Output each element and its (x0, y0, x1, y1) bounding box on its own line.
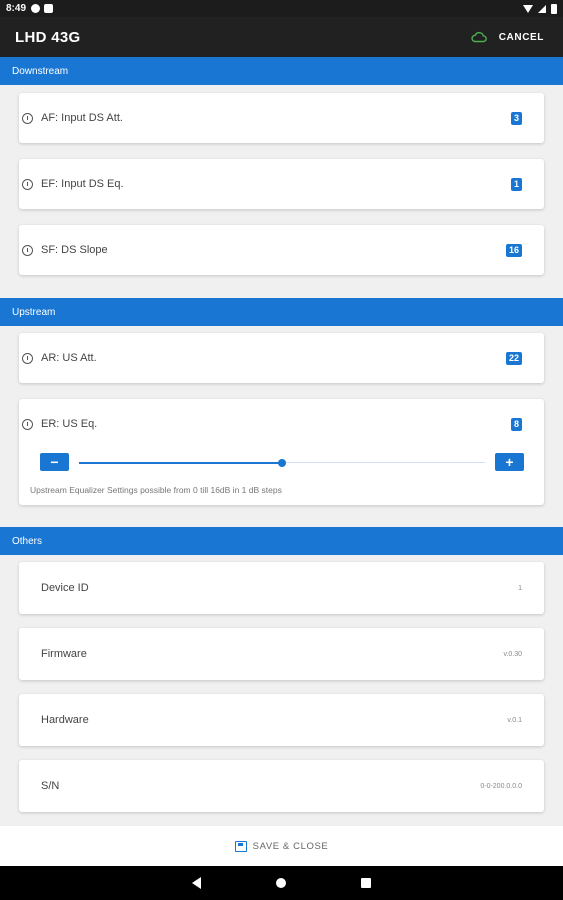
info-icon[interactable] (22, 244, 33, 256)
back-icon[interactable] (192, 877, 201, 889)
device-id-value: 1 (518, 584, 522, 592)
notification-icon (31, 4, 41, 13)
upstream-header: Upstream (0, 298, 563, 326)
us-att-value[interactable]: 22 (505, 351, 522, 365)
status-bar: 8:49 (0, 0, 563, 17)
us-eq-card[interactable]: ER: US Eq. 8 − + Upstream Equalizer Sett… (19, 399, 544, 505)
hardware-value: v.0.1 (507, 716, 522, 724)
us-eq-slider[interactable]: − + (40, 453, 524, 473)
serial-number-value: 0-0-200.0.0.0 (480, 782, 522, 790)
info-icon[interactable] (22, 112, 33, 124)
ds-eq-card[interactable]: EF: Input DS Eq. 1 (19, 159, 544, 209)
cloud-icon[interactable] (471, 31, 487, 43)
increment-button[interactable]: + (495, 453, 524, 471)
firmware-label: Firmware (41, 648, 87, 660)
ds-att-value[interactable]: 3 (510, 111, 522, 125)
app-title: LHD 43G (15, 28, 81, 46)
decrement-button[interactable]: − (40, 453, 69, 471)
info-icon[interactable] (22, 178, 33, 190)
sd-card-icon (44, 4, 54, 13)
ds-eq-label: EF: Input DS Eq. (41, 178, 124, 190)
us-eq-label: ER: US Eq. (41, 418, 98, 430)
status-time: 8:49 (6, 3, 27, 14)
ds-slope-label: SF: DS Slope (41, 244, 108, 256)
hardware-card: Hardware v.0.1 (19, 694, 544, 746)
info-icon[interactable] (22, 418, 33, 430)
info-icon[interactable] (22, 352, 33, 364)
slider-track[interactable] (79, 458, 485, 467)
downstream-header: Downstream (0, 57, 563, 85)
wifi-icon (523, 4, 533, 13)
hardware-label: Hardware (41, 714, 89, 726)
ds-slope-value[interactable]: 16 (505, 243, 522, 257)
save-icon (234, 840, 247, 852)
us-att-label: AR: US Att. (41, 352, 97, 364)
battery-icon (551, 3, 557, 14)
device-id-card: Device ID 1 (19, 562, 544, 614)
us-eq-value[interactable]: 8 (510, 417, 522, 431)
cancel-button[interactable]: CANCEL (499, 32, 544, 43)
firmware-value: v.0.30 (503, 650, 522, 658)
ds-eq-value[interactable]: 1 (510, 177, 522, 191)
device-id-label: Device ID (41, 582, 89, 594)
others-header: Others (0, 527, 563, 555)
signal-icon (538, 4, 546, 13)
slider-thumb[interactable] (278, 458, 286, 467)
navigation-bar (0, 866, 563, 900)
ds-slope-card[interactable]: SF: DS Slope 16 (19, 225, 544, 275)
slider-fill (79, 461, 282, 464)
firmware-card: Firmware v.0.30 (19, 628, 544, 680)
save-close-button[interactable]: SAVE & CLOSE (0, 826, 563, 866)
ds-att-card[interactable]: AF: Input DS Att. 3 (19, 93, 544, 143)
app-bar: LHD 43G CANCEL (0, 17, 563, 57)
home-icon[interactable] (276, 878, 286, 888)
recent-apps-icon[interactable] (361, 878, 371, 888)
serial-number-label: S/N (41, 780, 60, 792)
save-close-label: SAVE & CLOSE (252, 840, 329, 852)
us-att-card[interactable]: AR: US Att. 22 (19, 333, 544, 383)
slider-hint: Upstream Equalizer Settings possible fro… (30, 485, 282, 495)
serial-number-card: S/N 0-0-200.0.0.0 (19, 760, 544, 812)
ds-att-label: AF: Input DS Att. (41, 112, 123, 124)
